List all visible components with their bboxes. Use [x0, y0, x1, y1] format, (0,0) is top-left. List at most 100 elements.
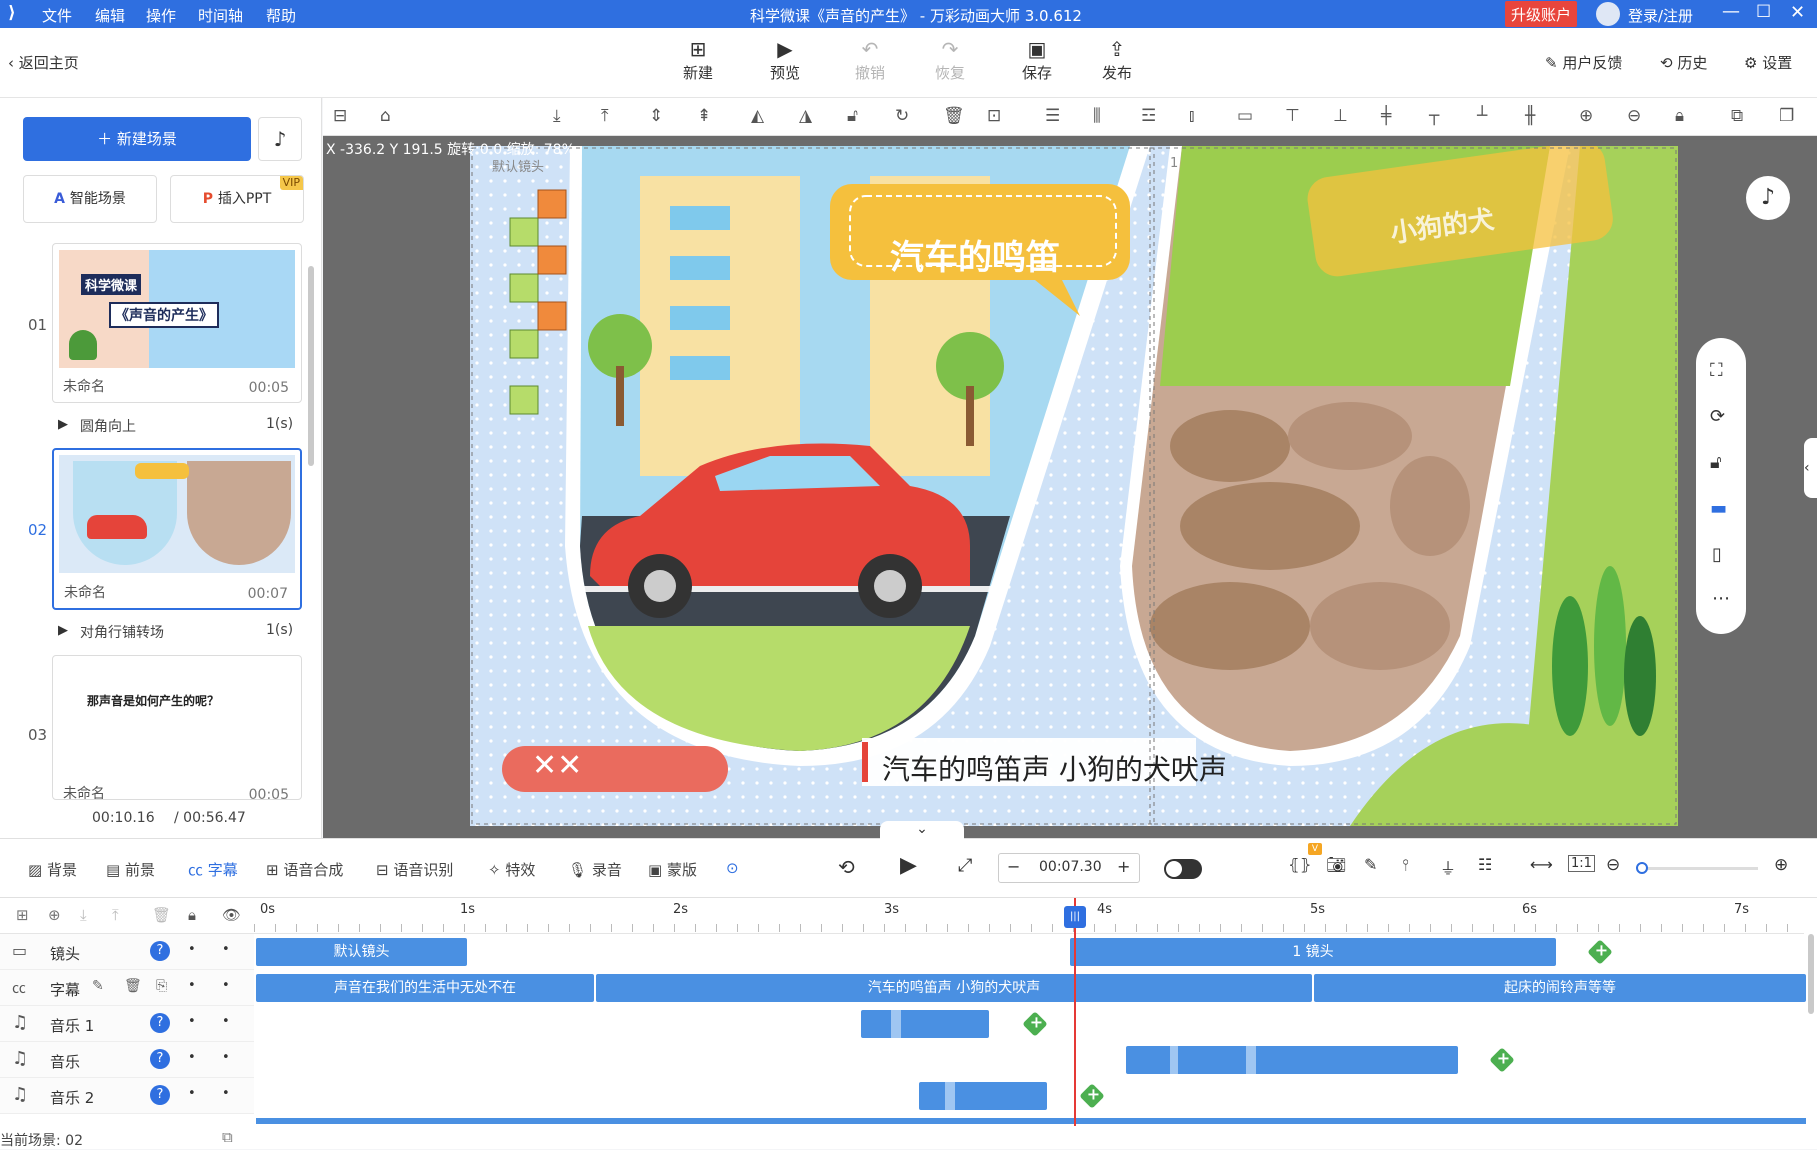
help-icon[interactable]: ?: [150, 1049, 170, 1069]
dot-icon[interactable]: •: [188, 942, 196, 957]
align-middle-icon[interactable]: ⇕: [649, 106, 663, 126]
track-subtitle[interactable]: ㏄ 字幕 ✎ 🗑︎ ⎘ • •: [0, 970, 254, 1006]
edit-icon[interactable]: ✎: [92, 978, 104, 994]
adjust-icon[interactable]: ☷: [1478, 855, 1492, 874]
align-left-icon[interactable]: ☰: [1045, 106, 1060, 126]
subtitle-block[interactable]: 汽车的鸣笛声 小狗的犬吠声: [596, 974, 1312, 1002]
zoom-out-icon[interactable]: ⊖: [1606, 855, 1620, 875]
move-down-icon[interactable]: ⤓: [80, 906, 87, 924]
track-music[interactable]: ♫ 音乐 ? • •: [0, 1042, 254, 1078]
flip-horizontal-icon[interactable]: ◭: [751, 106, 764, 126]
camera-icon[interactable]: 📷︎: [1326, 855, 1346, 874]
bracket-icon[interactable]: ⦃⦄: [1288, 855, 1311, 874]
dot-icon[interactable]: •: [222, 1086, 230, 1101]
effects-tool[interactable]: ✧ 特效: [488, 859, 535, 880]
add-keyframe-icon[interactable]: [1587, 939, 1613, 965]
playhead-handle[interactable]: |||: [1064, 906, 1086, 928]
expand-icon[interactable]: ⤢: [958, 855, 972, 876]
music-note-icon[interactable]: ♪: [1746, 176, 1790, 220]
login-link[interactable]: 登录/注册: [1628, 5, 1693, 26]
phone-icon[interactable]: ▯: [1712, 544, 1722, 565]
lock-icon[interactable]: 🔓︎: [847, 106, 858, 126]
lock-icon[interactable]: 🔓︎: [1710, 452, 1722, 473]
audio-clip[interactable]: [1126, 1046, 1458, 1074]
add-keyframe-icon[interactable]: [1022, 1011, 1048, 1037]
scene-card-03[interactable]: 那声音是如何产生的呢？ 未命名 00:05: [52, 655, 302, 800]
track-music-2[interactable]: ♫ 音乐 2 ? • •: [0, 1078, 254, 1114]
playhead[interactable]: [1074, 898, 1076, 1126]
minus-icon[interactable]: −: [1007, 857, 1020, 876]
one-to-one-icon[interactable]: 1:1: [1568, 855, 1595, 872]
time-ruler[interactable]: 0s 1s 2s 3s 4s 5s 6s 7s: [254, 898, 1804, 934]
help-icon[interactable]: ?: [150, 1013, 170, 1033]
toggle-switch[interactable]: [1164, 859, 1202, 879]
camera-block[interactable]: 默认镜头: [256, 938, 467, 966]
dot-icon[interactable]: •: [188, 978, 196, 993]
play-icon[interactable]: ▶: [900, 853, 917, 878]
add-keyframe-icon[interactable]: [1079, 1083, 1105, 1109]
flip-vertical-icon[interactable]: ◮: [799, 106, 812, 126]
add-keyframe-icon[interactable]: [1489, 1047, 1515, 1073]
screenshot-icon[interactable]: ⊡: [987, 106, 1001, 126]
subtitle-text[interactable]: 汽车的鸣笛声 小狗的犬吠声: [882, 748, 1227, 788]
scene-card-01[interactable]: 科学微课 《声音的产生》 未命名 00:05: [52, 243, 302, 403]
import-icon[interactable]: ⎘: [156, 978, 167, 994]
zoom-slider[interactable]: [1636, 862, 1758, 874]
track-music-1[interactable]: ♫ 音乐 1 ? • •: [0, 1006, 254, 1042]
collapse-panel-icon[interactable]: ‹: [1804, 438, 1817, 498]
more-icon[interactable]: ⊙: [726, 859, 739, 877]
camera-block[interactable]: 1 镜头: [1070, 938, 1556, 966]
redo-button[interactable]: ↷ 恢复: [920, 38, 980, 83]
filter-icon[interactable]: ⏚: [1440, 855, 1456, 879]
new-button[interactable]: ⊞ 新建: [668, 38, 728, 83]
play-circle-icon[interactable]: ▶: [58, 417, 68, 432]
dot-icon[interactable]: •: [188, 1014, 196, 1029]
group-icon[interactable]: ▭: [1237, 106, 1253, 126]
menu-file[interactable]: 文件: [42, 5, 72, 26]
help-icon[interactable]: ?: [150, 941, 170, 961]
time-stepper[interactable]: − 00:07.30 +: [998, 853, 1140, 883]
delete-icon[interactable]: 🗑︎: [152, 906, 171, 924]
track-scrollbar[interactable]: [1808, 934, 1814, 1014]
replay-icon[interactable]: ⟲: [838, 855, 855, 879]
save-button[interactable]: ▣ 保存: [1007, 38, 1067, 83]
move-up-icon[interactable]: ⤒: [112, 906, 119, 924]
add-folder-icon[interactable]: ⊞: [16, 906, 29, 924]
subtitle-tool[interactable]: ㏄ 字幕: [188, 859, 238, 880]
align-center-icon[interactable]: ⫼: [1093, 106, 1101, 126]
scene-card-02[interactable]: 未命名 00:07: [52, 448, 302, 610]
rotate-icon[interactable]: ↻: [895, 106, 909, 126]
center-h-icon[interactable]: ╪: [1381, 106, 1391, 126]
ruler-icon[interactable]: ⊟: [333, 106, 347, 126]
more-icon[interactable]: ⋯: [1712, 588, 1730, 609]
dot-icon[interactable]: •: [222, 978, 230, 993]
background-tool[interactable]: ▨ 背景: [28, 859, 77, 880]
feedback-link[interactable]: ✎ 用户反馈: [1545, 52, 1622, 73]
audio-clip[interactable]: [919, 1082, 1047, 1110]
align-bottom-icon[interactable]: ⤓: [553, 106, 561, 126]
dot-icon[interactable]: •: [222, 1014, 230, 1029]
subtitle-block[interactable]: 起床的闹铃声等等: [1314, 974, 1806, 1002]
copy-icon[interactable]: ⧉: [222, 1128, 233, 1146]
zoom-out-icon[interactable]: ⊖: [1627, 106, 1641, 126]
upgrade-button[interactable]: 升级账户: [1505, 1, 1578, 27]
back-home-link[interactable]: ‹ 返回主页: [8, 52, 79, 73]
maximize-icon[interactable]: ☐: [1756, 2, 1771, 22]
audio-clip[interactable]: [861, 1010, 989, 1038]
mask-tool[interactable]: ▣ 蒙版: [648, 859, 697, 880]
close-icon[interactable]: ✕: [1790, 2, 1805, 23]
record-tool[interactable]: 🎙︎ 录音: [568, 859, 622, 880]
plus-icon[interactable]: +: [1117, 857, 1130, 876]
menu-help[interactable]: 帮助: [266, 5, 296, 26]
home-icon[interactable]: ⌂: [380, 106, 391, 126]
avatar[interactable]: [1596, 2, 1620, 26]
insert-ppt-button[interactable]: P 插入PPT VIP: [170, 175, 304, 223]
send-back-icon[interactable]: ⊥: [1333, 106, 1348, 126]
distribute-icon[interactable]: ⇞: [697, 106, 711, 126]
transition-name[interactable]: 对角行铺转场: [80, 622, 164, 642]
subtitle-block[interactable]: 声音在我们的生活中无处不在: [256, 974, 594, 1002]
dot-icon[interactable]: •: [222, 1050, 230, 1065]
transition-name[interactable]: 圆角向上: [80, 416, 136, 436]
top-icon[interactable]: ┬: [1429, 106, 1439, 126]
xx-label[interactable]: ✕✕: [532, 748, 582, 783]
